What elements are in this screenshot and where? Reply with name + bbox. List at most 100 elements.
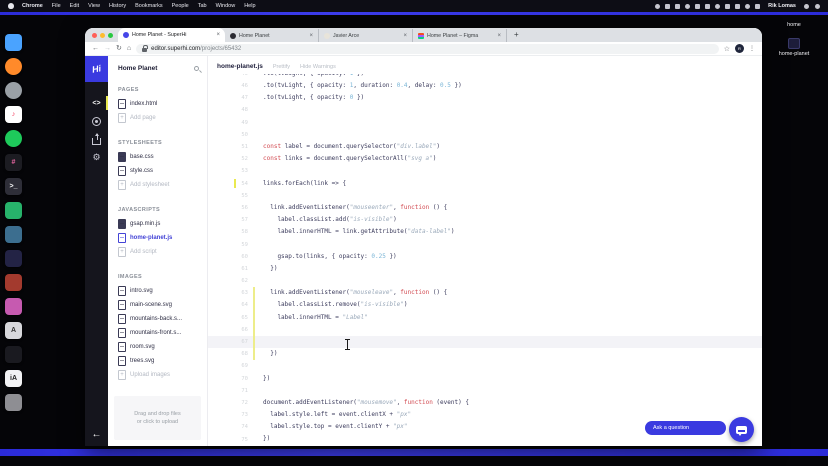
clock-icon[interactable] [675,3,681,9]
code-line[interactable]: 55 [208,190,762,202]
sidebar-file-main-scene-svg[interactable]: main-scene.svg [118,298,207,312]
profile-avatar[interactable]: R [735,44,744,53]
url-text[interactable]: editor.superhi.com/projects/65432 [151,46,241,52]
wifi-icon[interactable] [735,3,741,9]
code-line[interactable]: 61 }) [208,263,762,275]
back-to-dashboard-button[interactable]: ← [85,429,108,440]
bluetooth-icon[interactable] [755,3,761,9]
code-line[interactable]: 46 .to(tvLight, { opacity: 1, duration: 0… [208,80,762,92]
code-line[interactable]: 72 document.addEventListener("mousemove",… [208,397,762,409]
volume-icon[interactable] [745,3,751,9]
home-icon[interactable]: ⌂ [127,44,131,54]
menubar-item-window[interactable]: Window [216,3,236,9]
browser-menu-icon[interactable]: ⋮ [749,45,755,52]
sidebar-action-add-stylesheet[interactable]: + Add stylesheet [118,178,207,192]
sidebar-file-mountains-back-s-[interactable]: mountains-back.s... [118,312,207,326]
forward-icon[interactable]: → [104,44,111,54]
search-icon[interactable] [194,66,199,71]
desktop-file[interactable]: home [764,22,824,28]
code-line[interactable]: 63 link.addEventListener("mouseleave", f… [208,287,762,300]
lock-icon[interactable] [142,44,149,52]
code-line[interactable]: 70}) [208,373,762,385]
sidebar-action-add-script[interactable]: + Add script [118,245,207,259]
cloud-icon[interactable] [715,3,721,9]
reload-icon[interactable]: ↻ [116,44,122,54]
code-line[interactable]: 58 label.innerHTML = link.getAttribute("… [208,226,762,238]
switcher-icon[interactable] [815,3,820,9]
zoom-window-button[interactable] [108,32,113,38]
menubar-item-people[interactable]: People [172,3,189,9]
menubar-item-file[interactable]: File [52,3,61,9]
code-view-button[interactable]: <> [85,94,108,112]
code-line[interactable]: 73 label.style.left = event.clientX + "p… [208,409,762,421]
menubar-username[interactable]: Rik Lomas [768,3,796,9]
dock-icon-app-dark[interactable] [5,346,22,363]
close-tab-icon[interactable]: × [216,32,220,38]
code-line[interactable]: 69 [208,360,762,372]
grid-icon[interactable] [655,3,661,9]
dock-icon-app-green[interactable] [5,202,22,219]
hide-warnings-button[interactable]: Hide Warnings [300,64,336,70]
menubar-item-tab[interactable]: Tab [198,3,207,9]
sidebar-file-base-css[interactable]: base.css [118,150,207,164]
circle-icon[interactable] [705,3,711,9]
sidebar-file-mountains-front-s-[interactable]: mountains-front.s... [118,326,207,340]
sidebar-action-upload-images[interactable]: + Upload images [118,368,207,382]
sidebar-file-index-html[interactable]: index.html [118,97,207,111]
desktop-file[interactable]: home-planet [764,38,824,57]
display-icon[interactable] [725,3,731,9]
preview-button[interactable] [85,112,108,130]
sidebar-file-trees-svg[interactable]: trees.svg [118,354,207,368]
new-tab-button[interactable]: + [514,29,519,41]
code-line[interactable]: 54 links.forEach(link => { [208,178,762,190]
dock-icon-browser[interactable] [5,58,22,75]
dock-icon-photos[interactable] [5,226,22,243]
superhi-logo[interactable]: Hi [85,56,108,82]
record-icon[interactable] [665,3,671,9]
search-icon[interactable] [804,3,809,9]
browser-tab[interactable]: Home Planet × [225,29,319,42]
menubar-item-help[interactable]: Help [244,3,255,9]
close-tab-icon[interactable]: × [403,33,407,39]
browser-tab[interactable]: Home Planet – Figma × [413,29,507,42]
code-line[interactable]: 49 [208,117,762,129]
bookmark-star-icon[interactable]: ☆ [724,45,730,53]
code-line[interactable]: 60 gsap.to(links, { opacity: 0.25 }) [208,251,762,263]
address-bar[interactable]: editor.superhi.com/projects/65432 [136,43,719,54]
window-controls[interactable] [85,28,118,42]
code-editor[interactable]: 45.to(tvLight, { opacity: 1 })46.to(tvLi… [208,74,762,446]
code-line[interactable]: 75}) [208,433,762,445]
sidebar-file-room-svg[interactable]: room.svg [118,340,207,354]
close-tab-icon[interactable]: × [497,33,501,39]
minimize-window-button[interactable] [100,32,105,38]
dock-icon-app-navy[interactable] [5,250,22,267]
browser-tab[interactable]: Home Planet - SuperHi × [118,28,225,42]
back-icon[interactable]: ← [92,44,99,54]
sidebar-action-add-page[interactable]: + Add page [118,111,207,125]
code-line[interactable]: 68 }) [208,348,762,361]
apple-icon[interactable] [8,3,14,9]
code-line[interactable]: 47 .to(tvLight, { opacity: 0 }) [208,92,762,104]
code-line[interactable]: 53 [208,165,762,177]
dock-icon-terminal[interactable]: >_ [5,178,22,195]
browser-tab[interactable]: Javier Arce × [319,29,413,42]
code-line[interactable]: 57 label.classList.add("is-visible") [208,214,762,226]
menubar-item-edit[interactable]: Edit [70,3,79,9]
ask-question-button[interactable]: Ask a question [645,421,726,435]
dock-icon-app-letter[interactable]: A [5,322,22,339]
dock-icon-music[interactable]: ♪ [5,106,22,123]
sidebar-file-style-css[interactable]: style.css [118,164,207,178]
upload-dropzone[interactable]: Drag and drop files or click to upload [114,396,201,440]
dock-icon-messages[interactable] [5,82,22,99]
publish-button[interactable] [85,130,108,148]
sidebar-file-home-planet-js[interactable]: home-planet.js [118,231,207,245]
menubar-item-chrome[interactable]: Chrome [22,3,43,9]
shield-icon[interactable] [685,3,691,9]
camera-icon[interactable] [695,3,701,9]
code-line[interactable]: 51 const label = document.querySelector("… [208,141,762,153]
dock-icon-spotify[interactable] [5,130,22,147]
code-line[interactable]: 62 [208,275,762,287]
sidebar-file-gsap-min-js[interactable]: gsap.min.js [118,217,207,231]
dock-icon-writer[interactable]: iA [5,370,22,387]
settings-button[interactable]: ⚙ [85,148,108,166]
